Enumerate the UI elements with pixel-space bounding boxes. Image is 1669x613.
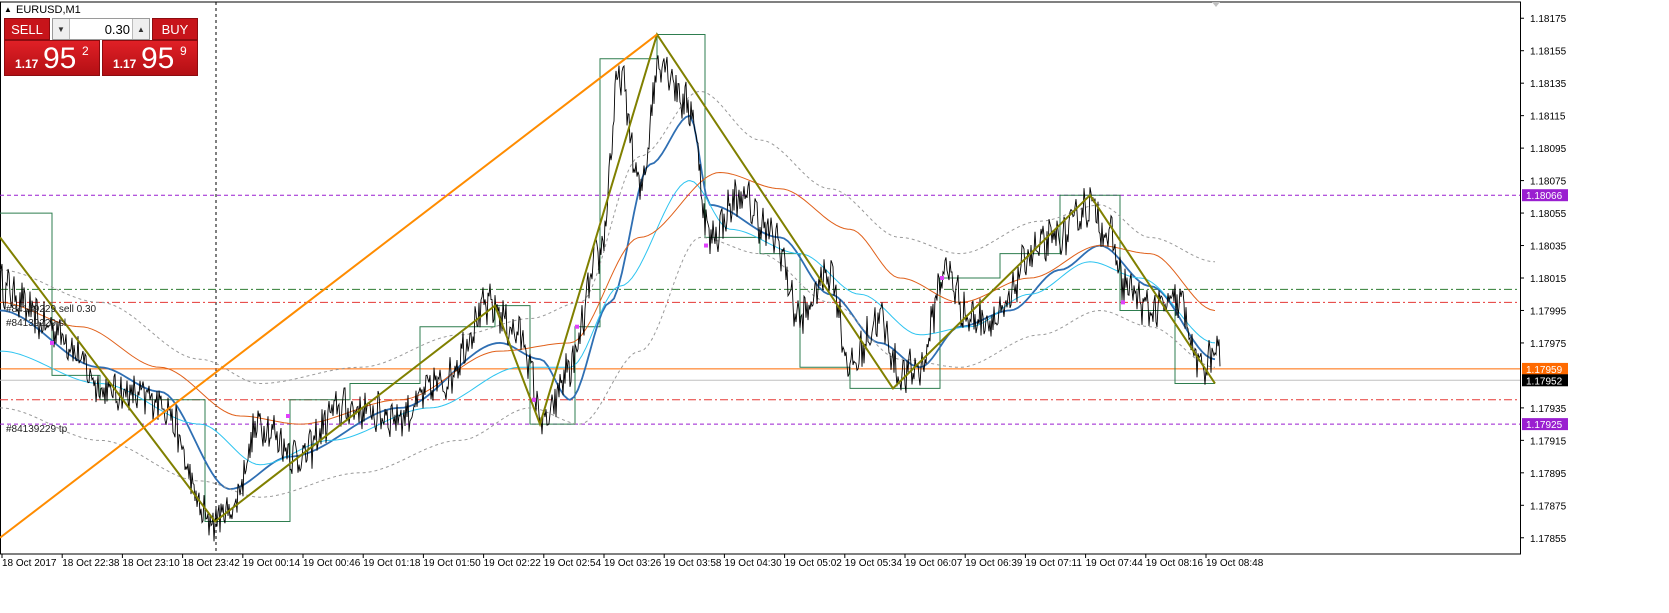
price-tick-label: 1.17855 — [1530, 534, 1567, 545]
price-tick-label: 1.18155 — [1530, 47, 1567, 58]
price-tick-label: 1.17935 — [1530, 404, 1567, 415]
time-tick-label: 19 Oct 07:11 — [1025, 558, 1082, 569]
price-tick-label: 1.18035 — [1530, 242, 1567, 253]
price-tick-label: 1.17895 — [1530, 469, 1567, 480]
time-tick-label: 19 Oct 07:44 — [1086, 558, 1144, 569]
signal-marker — [1121, 300, 1125, 305]
signal-marker — [532, 397, 536, 402]
ask-fraction: 9 — [180, 44, 187, 58]
price-badge-label-bid-line: 1.17952 — [1526, 376, 1563, 387]
buy-price-quote[interactable]: 1.17 95 9 — [102, 40, 198, 76]
chart-canvas[interactable]: 1.18175 1.18155 1.18135 1.18115 1.18095 1.180… — [0, 0, 1669, 613]
lot-size-input[interactable] — [70, 19, 132, 39]
signal-marker — [286, 414, 290, 418]
price-tick-label: 1.17995 — [1530, 306, 1567, 317]
price-tick-label: 1.18135 — [1530, 79, 1567, 90]
time-tick-label: 19 Oct 03:58 — [664, 558, 722, 569]
price-tick-label: 1.18095 — [1530, 144, 1567, 155]
bid-pips: 95 — [43, 42, 77, 75]
bid-fraction: 2 — [82, 44, 89, 58]
bid-prefix: 1.17 — [15, 57, 39, 71]
sell-price-quote[interactable]: 1.17 95 2 — [4, 40, 100, 76]
time-tick-label: 19 Oct 03:26 — [604, 558, 662, 569]
order-sl-label: #84139229 sl — [6, 318, 66, 329]
time-tick-label: 19 Oct 05:34 — [845, 558, 903, 569]
price-badge-label-level-upper: 1.18066 — [1526, 191, 1563, 202]
one-click-trading-panel: SELL ▼ ▲ BUY 1.17 95 2 1.17 95 9 — [4, 18, 198, 76]
time-tick-label: 19 Oct 02:54 — [544, 558, 602, 569]
order-tp-label: #84139229 tp — [6, 424, 68, 435]
price-tick-label: 1.17915 — [1530, 436, 1567, 447]
buy-button[interactable]: BUY — [152, 18, 198, 40]
window-title: EURUSD,M1 — [16, 4, 81, 16]
price-tick-label: 1.18075 — [1530, 177, 1567, 188]
time-tick-label: 18 Oct 2017 — [2, 558, 57, 569]
lot-decrease-button[interactable]: ▼ — [53, 19, 70, 39]
time-tick-label: 19 Oct 00:46 — [303, 558, 361, 569]
time-tick-label: 18 Oct 23:10 — [122, 558, 180, 569]
time-tick-label: 19 Oct 01:18 — [363, 558, 421, 569]
time-tick-label: 19 Oct 06:07 — [905, 558, 963, 569]
time-tick-label: 19 Oct 08:16 — [1146, 558, 1204, 569]
price-tick-label: 1.18015 — [1530, 274, 1567, 285]
time-tick-label: 19 Oct 02:22 — [484, 558, 542, 569]
time-tick-label: 19 Oct 04:30 — [724, 558, 782, 569]
time-tick-label: 19 Oct 01:50 — [423, 558, 481, 569]
chart-window[interactable]: 1.18175 1.18155 1.18135 1.18115 1.18095 1.180… — [0, 0, 1669, 613]
ask-prefix: 1.17 — [113, 57, 137, 71]
price-tick-label: 1.17875 — [1530, 501, 1567, 512]
time-tick-label: 19 Oct 08:48 — [1206, 558, 1264, 569]
sell-button[interactable]: SELL — [4, 18, 50, 40]
price-tick-label: 1.18055 — [1530, 209, 1567, 220]
lot-increase-button[interactable]: ▲ — [132, 19, 149, 39]
time-tick-label: 19 Oct 06:39 — [965, 558, 1023, 569]
signal-marker — [940, 276, 944, 280]
signal-marker — [575, 324, 579, 329]
time-tick-label: 18 Oct 22:38 — [62, 558, 120, 569]
lot-size-stepper: ▼ ▲ — [52, 18, 150, 40]
price-tick-label: 1.18115 — [1530, 112, 1566, 123]
signal-marker — [704, 243, 708, 248]
signal-marker — [50, 340, 54, 345]
ask-pips: 95 — [141, 42, 175, 75]
time-tick-label: 19 Oct 05:02 — [785, 558, 843, 569]
time-tick-label: 19 Oct 00:14 — [243, 558, 301, 569]
price-badge-label-ask-line: 1.17959 — [1526, 365, 1563, 376]
time-tick-label: 18 Oct 23:42 — [183, 558, 241, 569]
order-entry-label: #84139229 sell 0.30 — [6, 304, 97, 315]
price-tick-label: 1.17975 — [1530, 339, 1567, 350]
window-title-triangle-icon: ▲ — [4, 5, 12, 14]
price-badge-label-level-lower: 1.17925 — [1526, 420, 1563, 431]
price-tick-label: 1.18175 — [1530, 14, 1567, 25]
